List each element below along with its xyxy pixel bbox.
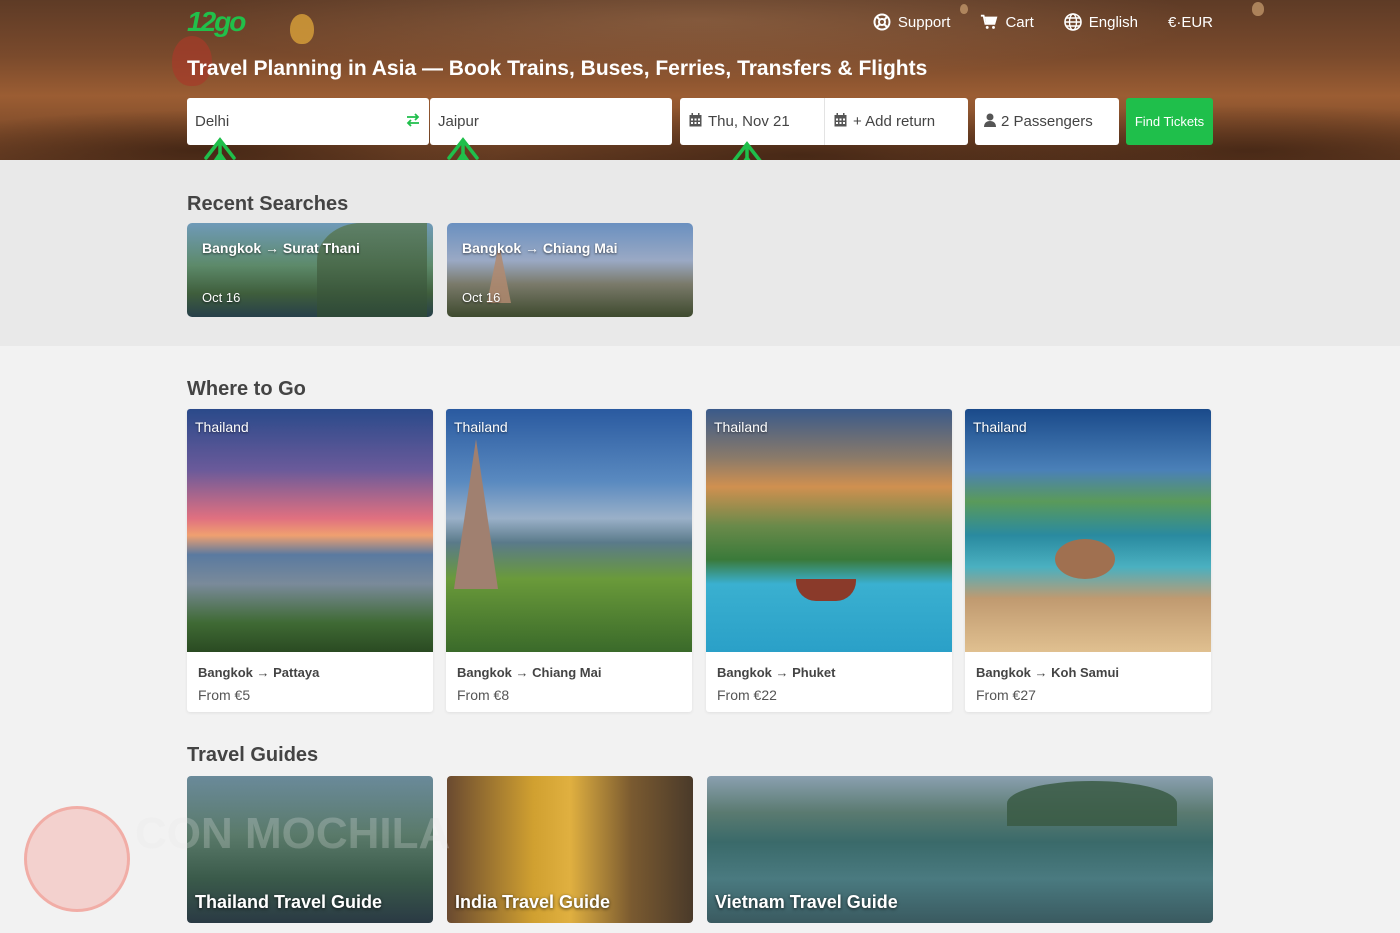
language-label: English xyxy=(1088,13,1138,31)
passengers-value: 2 Passengers xyxy=(1001,113,1093,130)
language-selector[interactable]: English xyxy=(1063,13,1138,31)
top-nav: Support Cart English €·EUR xyxy=(873,13,1213,31)
phuket-beach-image xyxy=(706,409,952,652)
to-value: Jaipur xyxy=(438,113,479,130)
destination-price: From €27 xyxy=(976,687,1036,703)
page-title: Travel Planning in Asia — Book Trains, B… xyxy=(187,57,928,80)
lifebuoy-icon xyxy=(873,13,891,31)
guide-label: Vietnam Travel Guide xyxy=(715,892,898,912)
koh-samui-beach-image xyxy=(965,409,1211,652)
guide-card[interactable]: Vietnam Travel Guide xyxy=(707,776,1213,923)
destination-country: Thailand xyxy=(714,419,768,435)
travel-guides-title: Travel Guides xyxy=(187,744,319,766)
calendar-icon xyxy=(689,112,702,131)
currency-selector[interactable]: €·EUR xyxy=(1168,14,1213,31)
destination-card[interactable]: Thailand Bangkok → Koh Samui From €27 xyxy=(965,409,1211,712)
recent-search-card[interactable]: Bangkok → Chiang Mai Oct 16 xyxy=(447,223,693,317)
recent-search-card[interactable]: Bangkok → Surat Thani Oct 16 xyxy=(187,223,433,317)
recent-search-route: Bangkok → Chiang Mai xyxy=(462,240,618,256)
rock-shape xyxy=(1055,539,1115,579)
destination-route: Bangkok → Phuket xyxy=(717,665,836,680)
destination-country: Thailand xyxy=(195,419,249,435)
destination-route: Bangkok → Chiang Mai xyxy=(457,665,602,680)
support-link[interactable]: Support xyxy=(873,13,951,31)
add-return-label: + Add return xyxy=(853,113,936,130)
add-return-field[interactable]: + Add return xyxy=(824,98,968,145)
destination-route: Bangkok → Pattaya xyxy=(198,665,320,680)
destination-card[interactable]: Thailand Bangkok → Phuket From €22 xyxy=(706,409,952,712)
find-tickets-button[interactable]: Find Tickets xyxy=(1126,98,1213,145)
cart-link[interactable]: Cart xyxy=(980,13,1034,31)
cart-label: Cart xyxy=(1005,13,1034,31)
destination-price: From €8 xyxy=(457,687,510,703)
pagoda-shape xyxy=(454,439,498,589)
destination-card[interactable]: Thailand Bangkok → Chiang Mai From €8 xyxy=(446,409,692,712)
destination-route: Bangkok → Koh Samui xyxy=(976,665,1120,680)
limestone-cliff-image xyxy=(317,223,427,317)
recent-searches-title: Recent Searches xyxy=(187,193,349,215)
guide-label: Thailand Travel Guide xyxy=(195,892,383,912)
cart-icon xyxy=(980,13,998,31)
recent-search-date: Oct 16 xyxy=(202,290,241,305)
support-label: Support xyxy=(897,13,951,31)
destination-card[interactable]: Thailand Bangkok → Pattaya From €5 xyxy=(187,409,433,712)
date-picker: Thu, Nov 21 + Add return xyxy=(680,98,968,145)
destination-country: Thailand xyxy=(454,419,508,435)
passengers-field[interactable]: 2 Passengers xyxy=(975,98,1119,145)
currency-label: €·EUR xyxy=(1167,13,1213,31)
calendar-icon xyxy=(834,112,847,131)
guide-card[interactable]: India Travel Guide xyxy=(447,776,693,923)
watermark-text: CON MOCHILA xyxy=(135,809,451,858)
swap-icon[interactable] xyxy=(405,112,421,131)
balloon-image xyxy=(290,14,314,44)
recent-search-date: Oct 16 xyxy=(462,290,501,305)
departure-date-value: Thu, Nov 21 xyxy=(708,113,790,130)
karst-island-shape xyxy=(1007,781,1177,826)
longtail-boat-shape xyxy=(796,579,856,601)
balloon-image xyxy=(1252,2,1264,16)
where-to-go-title: Where to Go xyxy=(187,378,306,400)
chiang-mai-pagoda-image xyxy=(446,409,692,652)
guide-label: India Travel Guide xyxy=(455,892,611,912)
destination-price: From €22 xyxy=(717,687,777,703)
watermark-logo xyxy=(24,806,130,912)
destination-price: From €5 xyxy=(198,687,251,703)
globe-icon xyxy=(1063,13,1082,31)
departure-date-field[interactable]: Thu, Nov 21 xyxy=(680,98,824,145)
logo[interactable]: 12go xyxy=(187,6,246,40)
recent-search-route: Bangkok → Surat Thani xyxy=(202,240,360,256)
from-value: Delhi xyxy=(195,113,230,130)
destination-country: Thailand xyxy=(973,419,1027,435)
user-icon xyxy=(984,113,996,131)
pattaya-skyline-image xyxy=(187,409,433,652)
